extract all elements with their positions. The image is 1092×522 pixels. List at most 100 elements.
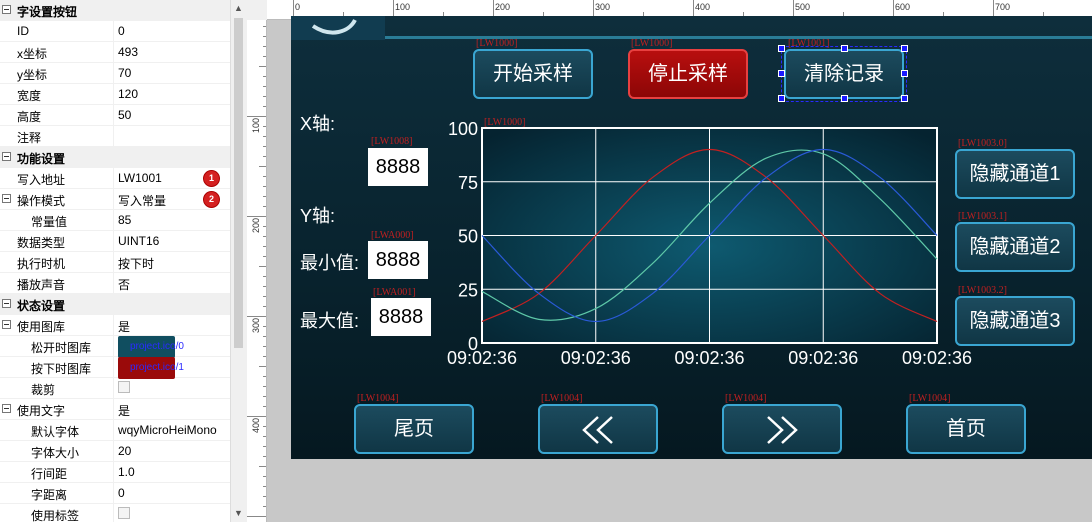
stop-sampling-button[interactable]: 停止采样 [628, 49, 748, 99]
property-row[interactable]: 使用标签 [0, 504, 230, 522]
property-row[interactable]: 按下时图库 project.ico/1 [0, 357, 230, 379]
property-value[interactable]: 写入常量 [118, 192, 166, 209]
collapse-toggle-icon[interactable] [2, 320, 11, 329]
clear-button-tag: [LW1001] [788, 38, 830, 49]
property-row[interactable]: 裁剪 [0, 378, 230, 399]
property-row[interactable]: 常量值 85 [0, 210, 230, 231]
ruler-tick [247, 316, 266, 317]
image-library-value[interactable]: project.ico/0 [118, 336, 184, 358]
resize-handle[interactable] [778, 70, 785, 77]
collapse-toggle-icon[interactable] [2, 5, 11, 14]
property-value[interactable]: 否 [118, 276, 130, 293]
property-value[interactable]: 70 [118, 66, 131, 80]
ruler-tick [263, 136, 266, 137]
property-row[interactable]: 默认字体 wqyMicroHeiMono [0, 420, 230, 441]
property-checkbox[interactable] [118, 381, 130, 393]
image-library-value[interactable]: project.ico/1 [118, 357, 184, 379]
clear-records-button[interactable]: 清除记录 [784, 49, 904, 99]
resize-handle[interactable] [778, 95, 785, 102]
property-name: 字体大小 [31, 446, 80, 460]
property-name: 执行时机 [17, 257, 66, 271]
resize-handle[interactable] [901, 70, 908, 77]
property-row[interactable]: 高度 50 [0, 105, 230, 126]
property-scrollbar[interactable]: ▲ ▼ [230, 0, 246, 522]
property-row[interactable]: 数据类型 UINT16 [0, 231, 230, 252]
property-row[interactable]: 行间距 1.0 [0, 462, 230, 483]
resize-handle[interactable] [901, 45, 908, 52]
property-row[interactable]: 操作模式 写入常量 2 [0, 189, 230, 210]
resize-handle[interactable] [841, 45, 848, 52]
property-section[interactable]: 字设置按钮 [0, 0, 230, 21]
property-value[interactable]: 85 [118, 213, 131, 227]
hide-channel-2-button[interactable]: 隐藏通道2 [955, 222, 1075, 272]
ruler-label: 200 [251, 218, 261, 234]
property-section[interactable]: 功能设置 [0, 147, 230, 168]
property-row[interactable]: y坐标 70 [0, 63, 230, 84]
property-row[interactable]: 宽度 120 [0, 84, 230, 105]
ruler-tick [263, 346, 266, 347]
collapse-toggle-icon[interactable] [2, 152, 11, 161]
column-divider [113, 483, 114, 504]
property-value[interactable]: 是 [118, 402, 130, 419]
property-checkbox[interactable] [118, 507, 130, 519]
scroll-up-icon[interactable]: ▲ [234, 3, 243, 13]
trend-chart: 025507510009:02:36 09:02:36 09:02:36 09:02:… [447, 119, 972, 368]
property-row[interactable]: 松开时图库 project.ico/0 [0, 336, 230, 358]
property-section[interactable]: 状态设置 [0, 294, 230, 315]
property-row[interactable]: 字距离 0 [0, 483, 230, 504]
column-divider [113, 420, 114, 441]
property-value[interactable]: 0 [118, 486, 125, 500]
first-page-button[interactable]: 首页 [906, 404, 1026, 454]
column-divider [113, 231, 114, 252]
resize-handle[interactable] [841, 95, 848, 102]
ruler-tick [263, 496, 266, 497]
property-row[interactable]: 使用文字 是 [0, 399, 230, 420]
start-button-tag: [LW1000] [476, 38, 518, 49]
property-value[interactable]: 493 [118, 45, 138, 59]
collapse-toggle-icon[interactable] [2, 299, 11, 308]
scrollbar-thumb[interactable] [234, 18, 243, 348]
property-row[interactable]: 执行时机 按下时 [0, 252, 230, 273]
x-value-tag: [LW1008] [371, 136, 413, 147]
property-value[interactable]: 按下时 [118, 255, 154, 272]
ruler-left: 100 200 300 400 [247, 20, 267, 522]
last-page-button[interactable]: 尾页 [354, 404, 474, 454]
resize-handle[interactable] [901, 95, 908, 102]
min-value-display: 8888 [368, 241, 428, 279]
start-sampling-button[interactable]: 开始采样 [473, 49, 593, 99]
property-row[interactable]: x坐标 493 [0, 42, 230, 63]
property-value[interactable]: UINT16 [118, 234, 159, 248]
property-row[interactable]: ID 0 [0, 21, 230, 42]
ruler-tick [263, 296, 266, 297]
property-value[interactable]: LW1001 [118, 171, 162, 185]
property-row[interactable]: 字体大小 20 [0, 441, 230, 462]
property-value[interactable]: 1.0 [118, 465, 135, 479]
property-value[interactable]: 20 [118, 444, 131, 458]
property-value[interactable]: 50 [118, 108, 131, 122]
resize-handle[interactable] [778, 45, 785, 52]
property-row[interactable]: 播放声音 否 [0, 273, 230, 294]
scroll-down-icon[interactable]: ▼ [234, 508, 243, 518]
property-row[interactable]: 使用图库 是 [0, 315, 230, 336]
ruler-tick [247, 116, 266, 117]
ruler-tick [263, 476, 266, 477]
collapse-toggle-icon[interactable] [2, 194, 11, 203]
max-value-label: 最大值: [300, 311, 360, 331]
hide-channel-1-button[interactable]: 隐藏通道1 [955, 149, 1075, 199]
ruler-tick [263, 156, 266, 157]
ruler-tick [263, 376, 266, 377]
ruler-tick [263, 276, 266, 277]
property-value[interactable]: wqyMicroHeiMono [118, 423, 217, 437]
x-axis-label: X轴: [300, 114, 336, 134]
prev-page-button[interactable] [538, 404, 658, 454]
property-name: ID [17, 24, 29, 38]
next-page-button[interactable] [722, 404, 842, 454]
collapse-toggle-icon[interactable] [2, 404, 11, 413]
property-row[interactable]: 写入地址 LW1001 1 [0, 168, 230, 189]
property-value[interactable]: 120 [118, 87, 138, 101]
property-row[interactable]: 注释 [0, 126, 230, 147]
hide-channel-3-button[interactable]: 隐藏通道3 [955, 296, 1075, 346]
property-value[interactable]: 是 [118, 318, 130, 335]
last-page-tag: [LW1004] [357, 393, 399, 404]
property-value[interactable]: 0 [118, 24, 125, 38]
